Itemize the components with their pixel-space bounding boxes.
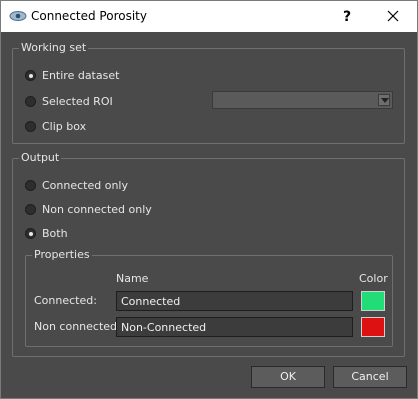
radio-label: Selected ROI [42, 94, 113, 108]
window-title: Connected Porosity [31, 9, 147, 23]
title-bar: Connected Porosity ? [1, 1, 417, 32]
properties-title: Properties [32, 248, 92, 262]
radio-indicator [25, 203, 36, 215]
radio-clip-box[interactable]: Clip box [25, 118, 86, 134]
radio-label: Non connected only [42, 202, 152, 216]
output-title: Output [19, 151, 62, 165]
name-column-header: Name [116, 272, 149, 285]
radio-both[interactable]: Both [25, 225, 68, 241]
working-set-title: Working set [19, 41, 89, 55]
non-connected-label: Non connected: [34, 320, 121, 333]
radio-selected-roi[interactable]: Selected ROI [25, 93, 113, 109]
radio-indicator [25, 120, 36, 132]
radio-label: Both [42, 226, 68, 240]
color-column-header: Color [359, 272, 388, 285]
radio-entire-dataset[interactable]: Entire dataset [25, 67, 119, 83]
radio-non-connected-only[interactable]: Non connected only [25, 201, 152, 217]
radio-indicator [25, 95, 36, 107]
non-connected-name-field[interactable]: Non-Connected [116, 317, 353, 337]
connected-color-swatch[interactable] [361, 291, 385, 311]
roi-select[interactable] [212, 91, 393, 109]
non-connected-color-swatch[interactable] [361, 317, 385, 337]
cancel-button[interactable]: Cancel [333, 366, 407, 388]
connected-label: Connected: [34, 294, 97, 307]
close-button[interactable] [375, 4, 411, 29]
radio-label: Clip box [42, 119, 87, 133]
dialog-body: Working set Entire dataset Selected ROI … [1, 32, 417, 398]
radio-connected-only[interactable]: Connected only [25, 177, 128, 193]
radio-label: Connected only [42, 178, 128, 192]
radio-indicator [25, 227, 36, 239]
ok-button[interactable]: OK [251, 366, 325, 388]
help-button[interactable]: ? [335, 6, 359, 28]
dialog-window: Connected Porosity ? Working set Entire … [0, 0, 418, 399]
radio-indicator [25, 179, 36, 191]
app-eye-icon [9, 10, 27, 22]
radio-label: Entire dataset [42, 68, 120, 82]
close-icon [387, 10, 399, 22]
dropdown-arrow-icon[interactable] [378, 94, 390, 106]
radio-indicator [25, 69, 36, 81]
connected-name-field[interactable]: Connected [116, 291, 353, 311]
